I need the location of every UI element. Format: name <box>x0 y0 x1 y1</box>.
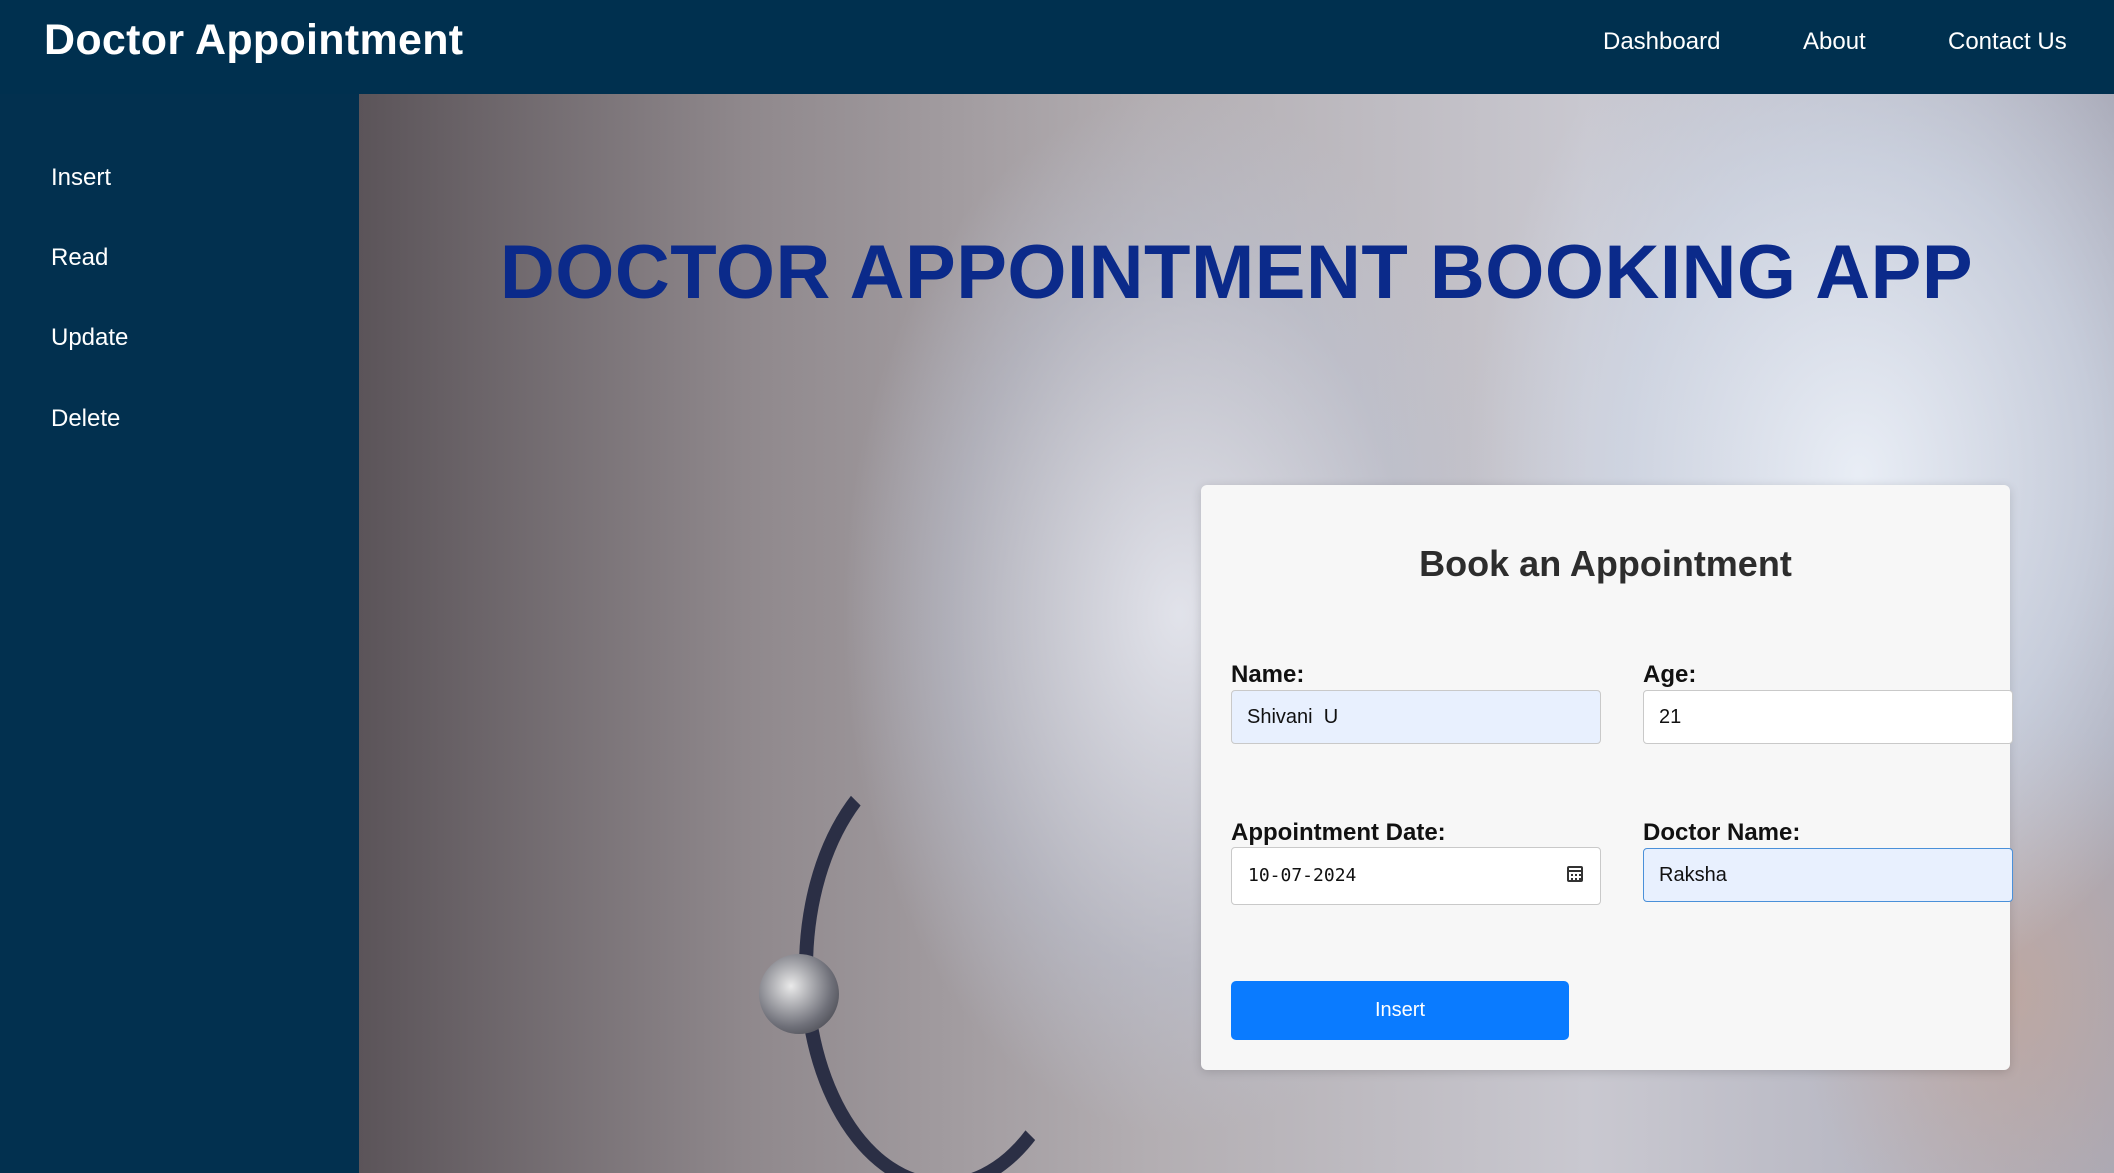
doctor-name-input[interactable] <box>1643 848 2013 902</box>
nav-dashboard[interactable]: Dashboard <box>1603 28 1720 56</box>
appointment-date-input[interactable]: 10-07-2024 <box>1231 847 1601 905</box>
appointment-date-value: 10-07-2024 <box>1248 865 1357 886</box>
stethoscope-image <box>799 744 1087 1173</box>
sidebar-item-insert[interactable]: Insert <box>51 164 111 192</box>
sidebar-item-update[interactable]: Update <box>51 324 128 352</box>
nav-about[interactable]: About <box>1803 28 1866 56</box>
brand-title: Doctor Appointment <box>44 16 464 64</box>
name-input[interactable] <box>1231 690 1601 744</box>
appointment-form-card: Book an Appointment Name: Age: Appointme… <box>1201 485 2013 1070</box>
age-input[interactable] <box>1643 690 2013 744</box>
sidebar: Insert Read Update Delete <box>0 94 359 1173</box>
sidebar-item-delete[interactable]: Delete <box>51 405 120 433</box>
insert-button[interactable]: Insert <box>1231 981 1569 1040</box>
calendar-icon[interactable] <box>1567 866 1583 882</box>
age-label: Age: <box>1643 661 1697 688</box>
sidebar-item-read[interactable]: Read <box>51 244 108 272</box>
nav-contact-us[interactable]: Contact Us <box>1948 28 2067 56</box>
top-navbar: Doctor Appointment Dashboard About Conta… <box>0 0 2114 94</box>
hero-background: DOCTOR APPOINTMENT BOOKING APP Book an A… <box>359 94 2114 1173</box>
stethoscope-head-image <box>759 954 839 1034</box>
name-label: Name: <box>1231 661 1305 688</box>
form-title: Book an Appointment <box>1419 543 1792 584</box>
doctor-name-label: Doctor Name: <box>1643 819 1801 846</box>
page-title: DOCTOR APPOINTMENT BOOKING APP <box>499 230 1974 315</box>
appointment-date-label: Appointment Date: <box>1231 819 1446 846</box>
